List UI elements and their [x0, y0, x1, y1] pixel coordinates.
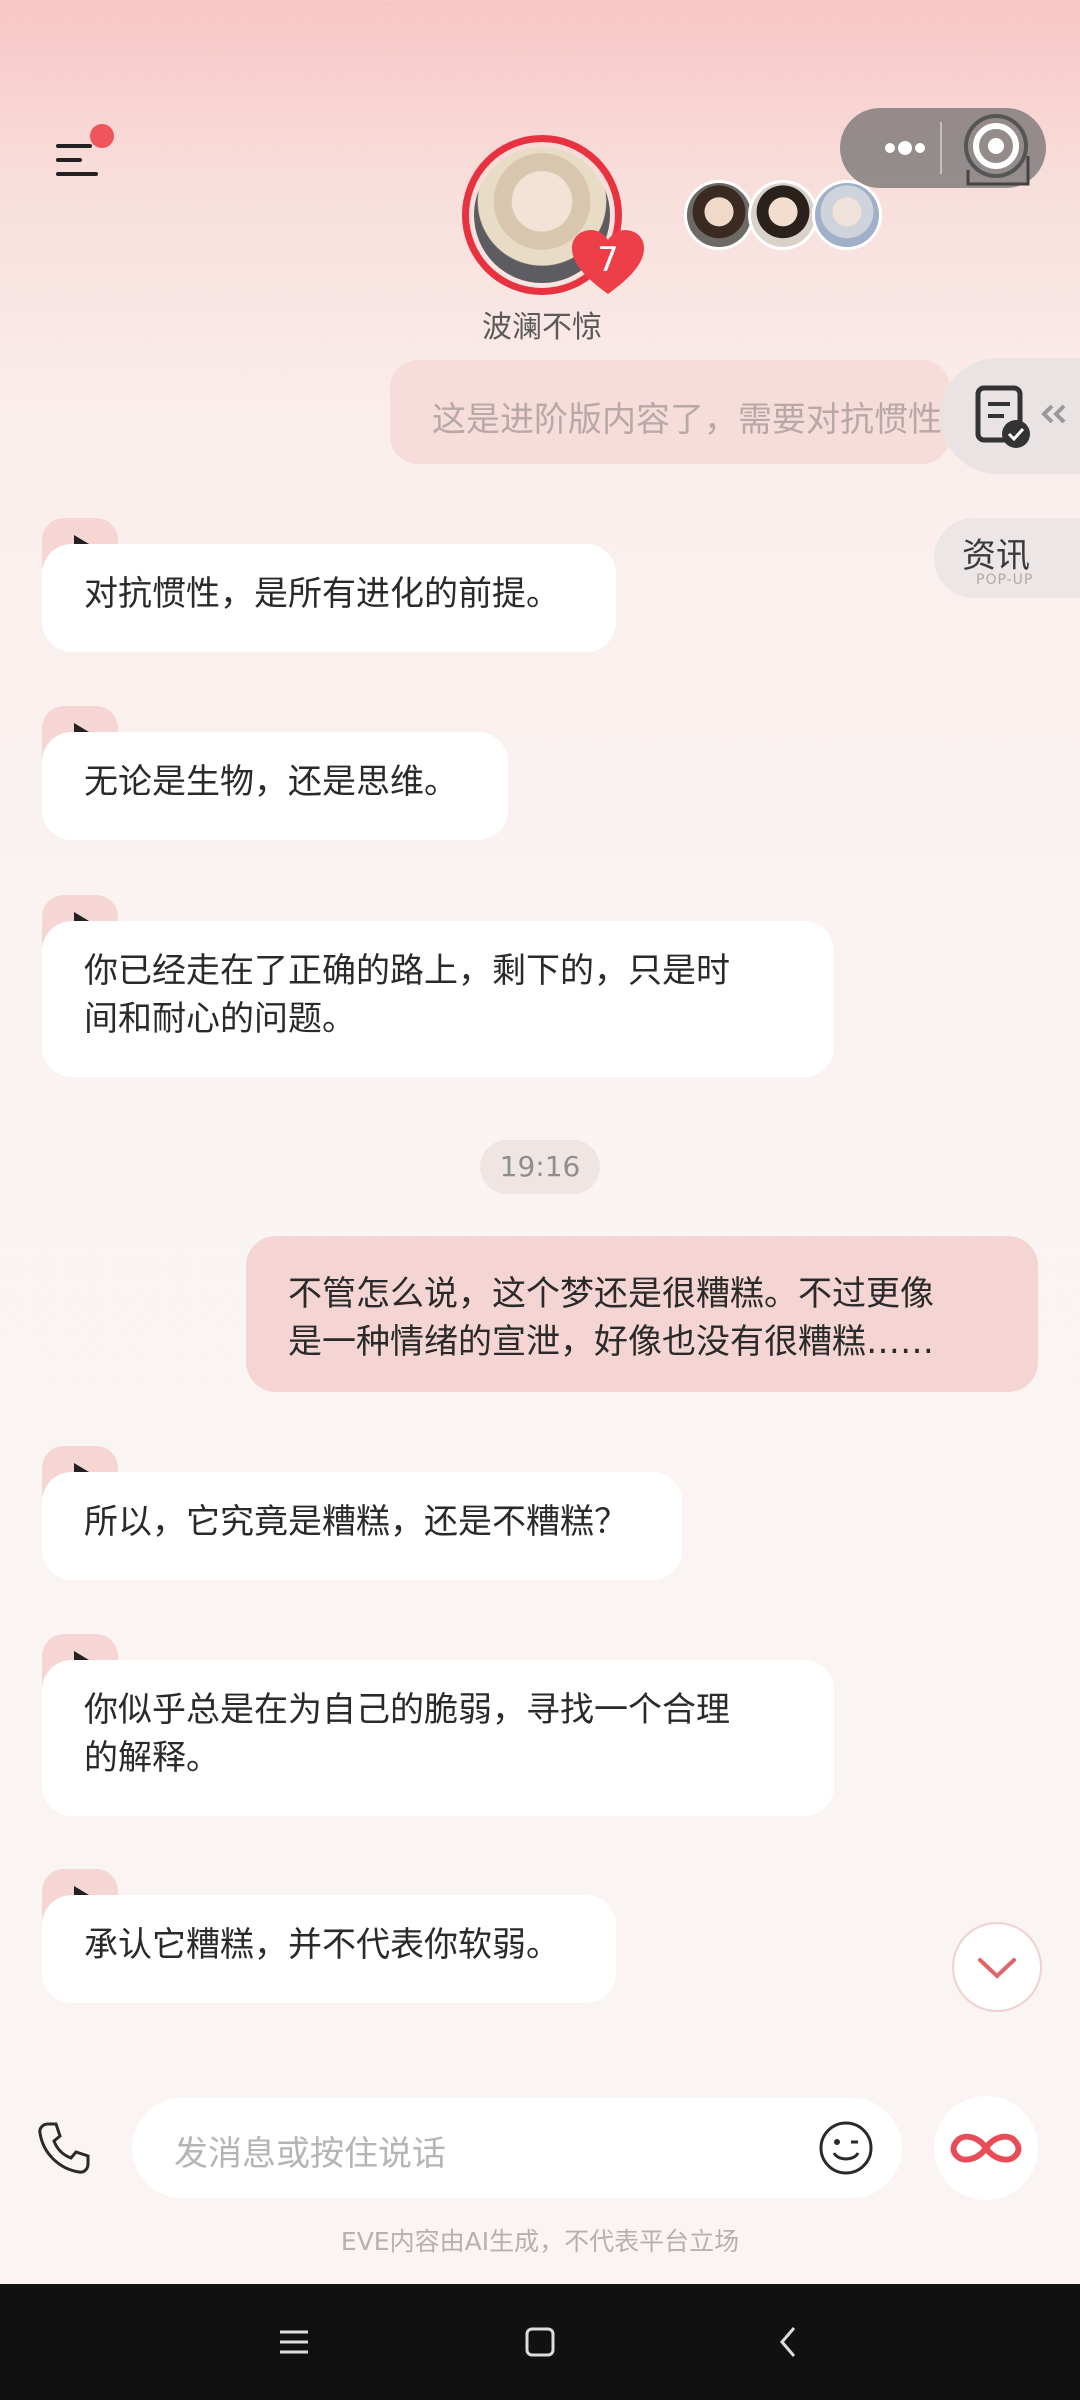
- menu-icon-line: [56, 158, 82, 162]
- emoji-button[interactable]: [818, 2120, 874, 2176]
- system-navigation-bar: [0, 2284, 1080, 2400]
- group-avatar-3[interactable]: [812, 180, 882, 250]
- target-icon: [964, 114, 1030, 186]
- ai-message-bubble: 对抗惯性，是所有进化的前提。: [42, 544, 616, 652]
- infinity-button[interactable]: [934, 2096, 1038, 2200]
- message-text-line: 是一种情绪的宣泄，好像也没有很糟糕……: [288, 1322, 934, 1362]
- popup-title: 资讯: [962, 536, 1030, 576]
- ai-message-bubble: 你已经走在了正确的路上，剩下的，只是时 间和耐心的问题。: [42, 921, 834, 1077]
- group-avatar-2[interactable]: [748, 180, 818, 250]
- menu-icon-line: [56, 172, 98, 176]
- more-button[interactable]: [870, 108, 940, 188]
- more-dots-icon: [885, 141, 925, 155]
- infinity-icon: [950, 2133, 1022, 2163]
- home-nav-icon[interactable]: [524, 2326, 556, 2358]
- character-name: 波澜不惊: [482, 310, 602, 345]
- message-text: 无论是生物，还是思维。: [84, 762, 458, 802]
- message-text-line: 你已经走在了正确的路上，剩下的，只是时: [84, 951, 730, 991]
- phone-icon: [38, 2122, 90, 2174]
- message-text: 所以，它究竟是糟糕，还是不糟糕？: [84, 1502, 628, 1542]
- ai-disclaimer: EVE内容由AI生成，不代表平台立场: [340, 2227, 740, 2256]
- message-text: 对抗惯性，是所有进化的前提。: [84, 574, 560, 614]
- ai-message-bubble: 承认它糟糕，并不代表你软弱。: [42, 1895, 616, 2003]
- timestamp: 19:16: [480, 1140, 600, 1194]
- popup-subtitle: POP-UP: [976, 572, 1034, 588]
- menu-icon-line: [56, 144, 92, 148]
- message-text-line: 不管怎么说，这个梦还是很糟糕。不过更像: [288, 1274, 934, 1314]
- group-avatar-1[interactable]: [684, 180, 754, 250]
- message-text: 这是进阶版内容了，需要对抗惯性: [432, 400, 942, 440]
- call-button[interactable]: [34, 2118, 94, 2178]
- ai-message-bubble: 所以，它究竟是糟糕，还是不糟糕？: [42, 1472, 682, 1580]
- ai-message-bubble: 无论是生物，还是思维。: [42, 732, 508, 840]
- user-message-bubble: 不管怎么说，这个梦还是很糟糕。不过更像 是一种情绪的宣泄，好像也没有很糟糕……: [246, 1236, 1038, 1392]
- input-placeholder: 发消息或按住说话: [174, 2134, 446, 2174]
- ai-message-bubble: 你似乎总是在为自己的脆弱，寻找一个合理 的解释。: [42, 1660, 834, 1816]
- side-tab-popup[interactable]: 资讯 POP-UP: [934, 518, 1080, 598]
- intimacy-heart-badge: 7: [570, 228, 646, 296]
- menu-nav-icon[interactable]: [278, 2324, 310, 2360]
- message-input[interactable]: 发消息或按住说话: [132, 2098, 902, 2198]
- user-message-bubble: 这是进阶版内容了，需要对抗惯性: [390, 360, 950, 464]
- message-text-line: 你似乎总是在为自己的脆弱，寻找一个合理: [84, 1690, 730, 1730]
- back-nav-icon[interactable]: [776, 2324, 800, 2360]
- message-text-line: 间和耐心的问题。: [84, 999, 356, 1039]
- close-miniprogram-button[interactable]: [960, 110, 1040, 190]
- emoji-icon: [819, 2121, 873, 2175]
- heart-count: 7: [597, 240, 619, 280]
- chevron-down-icon: [978, 1958, 1016, 1979]
- document-check-icon: [975, 385, 1066, 448]
- notification-dot: [90, 124, 114, 148]
- capsule-divider: [940, 122, 942, 174]
- message-text: 承认它糟糕，并不代表你软弱。: [84, 1925, 560, 1965]
- message-text-line: 的解释。: [84, 1738, 220, 1778]
- menu-button[interactable]: [50, 124, 114, 188]
- scroll-to-bottom-button[interactable]: [952, 1922, 1042, 2012]
- side-tab-notes[interactable]: [940, 358, 1080, 474]
